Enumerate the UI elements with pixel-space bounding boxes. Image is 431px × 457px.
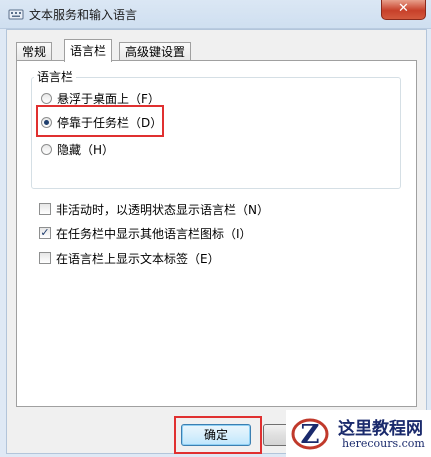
radio-label: 悬浮于桌面上（F）: [57, 91, 160, 106]
tab-advanced-keys[interactable]: 高级键设置: [119, 42, 192, 61]
tab-language-bar[interactable]: 语言栏: [64, 39, 113, 62]
highlight-box: [174, 416, 262, 454]
svg-text:Z: Z: [301, 420, 320, 450]
tab-label: 语言栏: [70, 44, 107, 58]
watermark: Z 这里教程网 herecours.com: [286, 410, 431, 457]
tab-label: 常规: [22, 45, 47, 59]
checkbox-show-text-labels[interactable]: 在语言栏上显示文本标签（E）: [39, 249, 220, 267]
z-logo: Z: [291, 418, 329, 450]
watermark-title: 这里教程网: [338, 419, 423, 439]
checkbox[interactable]: ✓: [39, 227, 51, 239]
window-title: 文本服务和输入语言: [29, 8, 138, 22]
radio-hidden[interactable]: 隐藏（H）: [41, 140, 114, 158]
tab-label: 高级键设置: [125, 45, 186, 59]
checkbox[interactable]: [39, 252, 51, 264]
checkbox[interactable]: [39, 203, 51, 215]
checkbox-label: 非活动时，以透明状态显示语言栏（N）: [56, 202, 269, 217]
tab-strip: 常规 语言栏 高级键设置: [16, 39, 416, 62]
close-icon: ✕: [398, 1, 409, 16]
keyboard-icon: [8, 9, 24, 20]
dialog-body: 常规 语言栏 高级键设置 语言栏 悬浮于桌面上（F） 停靠于任务栏（D） 隐藏（…: [6, 29, 427, 454]
close-button[interactable]: ✕: [381, 0, 426, 20]
tab-panel: 语言栏 悬浮于桌面上（F） 停靠于任务栏（D） 隐藏（H） 非活动时，以透明状态…: [16, 60, 417, 407]
checkbox-show-extra-icons[interactable]: ✓ 在任务栏中显示其他语言栏图标（I）: [39, 224, 252, 242]
watermark-url: herecours.com: [342, 437, 425, 450]
radio-button[interactable]: [41, 92, 52, 104]
checkbox-label: 在任务栏中显示其他语言栏图标（I）: [56, 226, 252, 241]
tab-general[interactable]: 常规: [16, 42, 53, 61]
radio-label: 隐藏（H）: [57, 142, 115, 157]
group-title: 语言栏: [34, 68, 77, 85]
checkbox-transparent-inactive[interactable]: 非活动时，以透明状态显示语言栏（N）: [39, 200, 269, 218]
title-bar: 文本服务和输入语言 ✕: [0, 0, 431, 29]
radio-button[interactable]: [41, 143, 52, 155]
checkbox-label: 在语言栏上显示文本标签（E）: [56, 251, 220, 266]
highlight-box: [36, 105, 164, 137]
